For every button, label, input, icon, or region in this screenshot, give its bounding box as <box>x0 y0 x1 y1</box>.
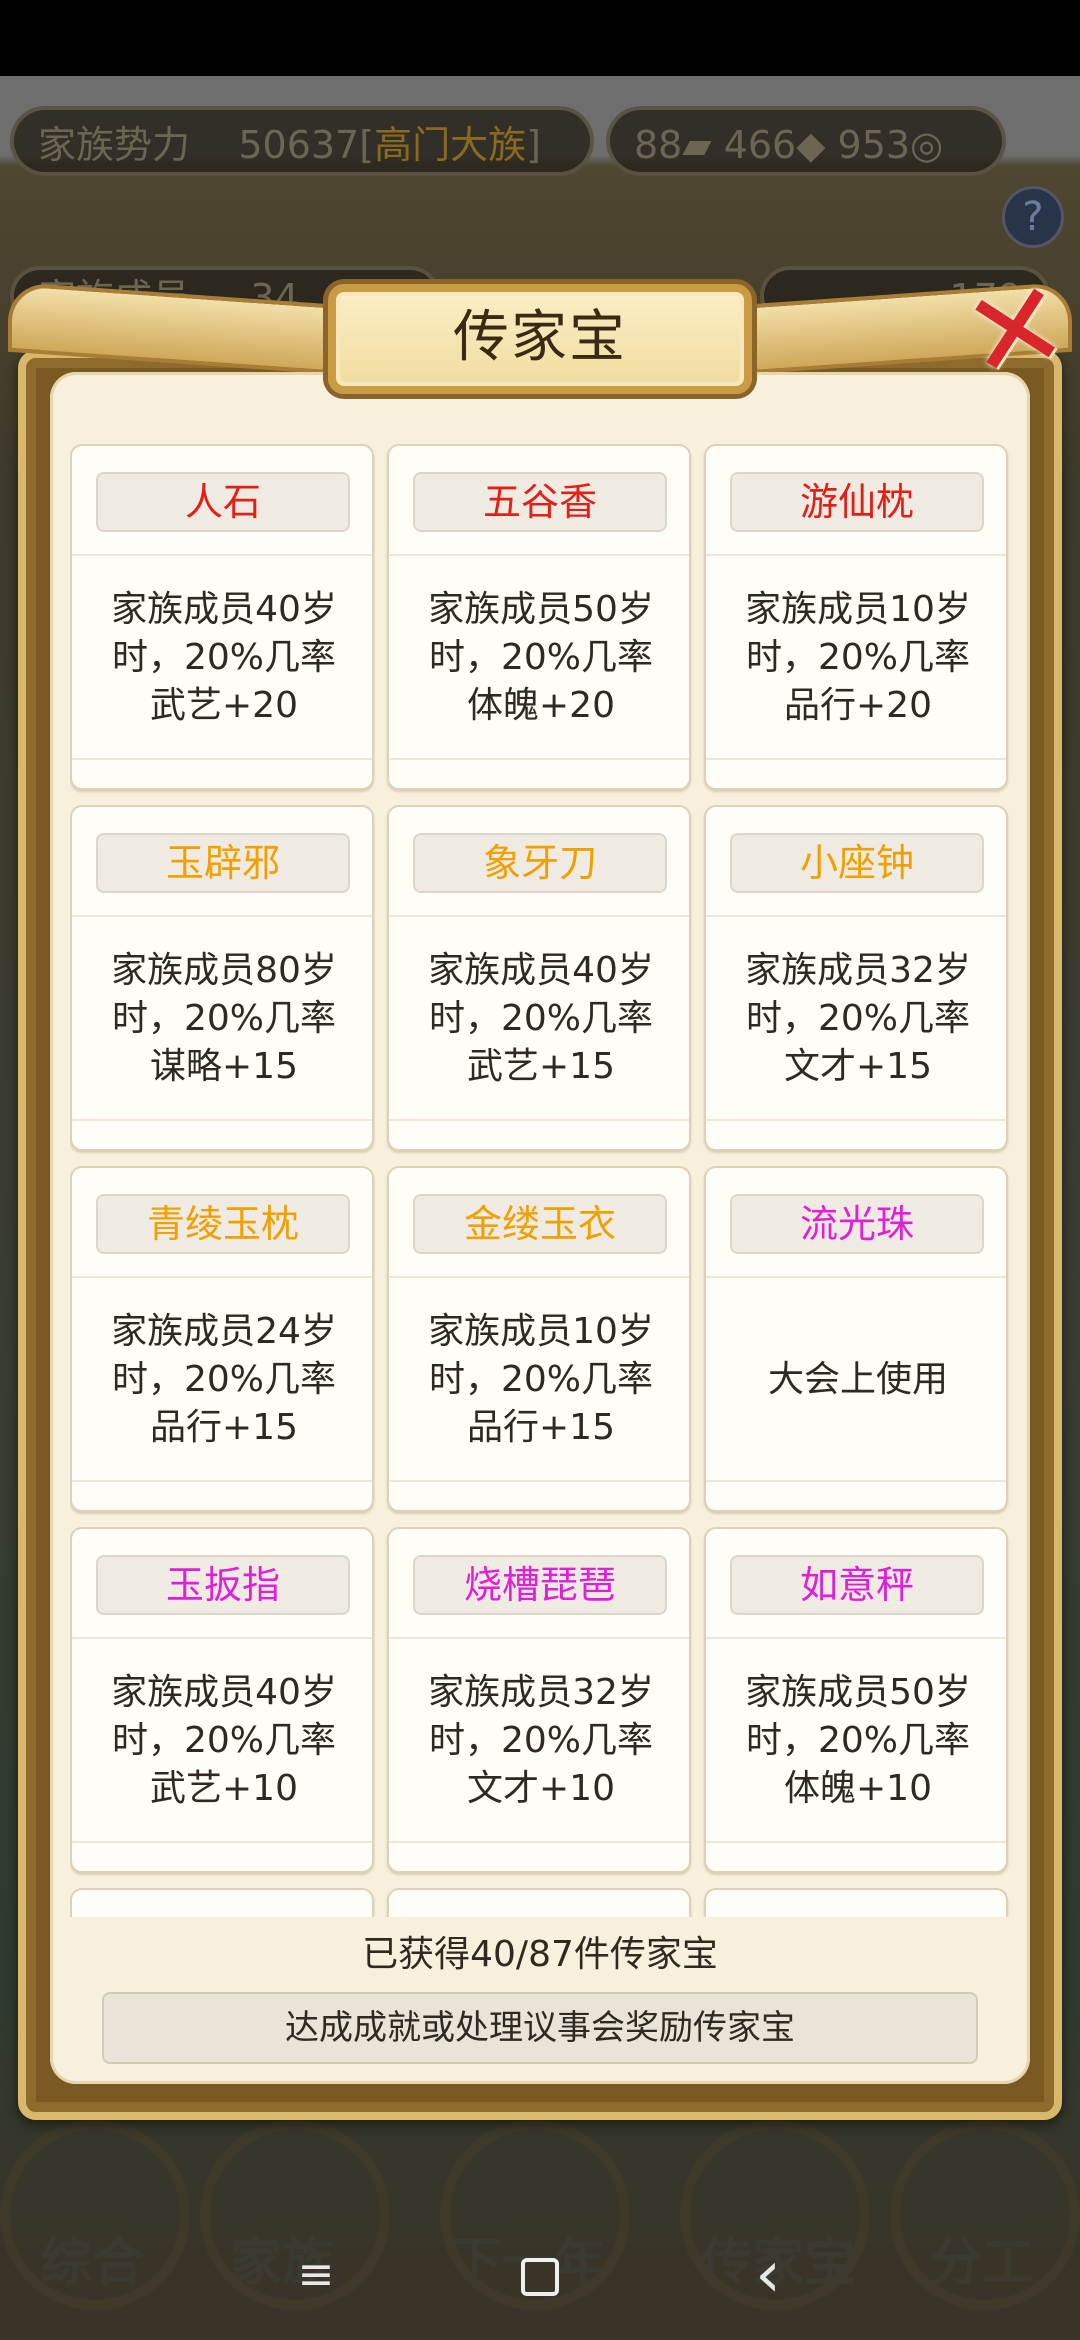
heirloom-effect-text: 家族成员32岁时，20%几率文才+15 <box>745 950 971 1087</box>
heirloom-name: 人石 <box>96 472 350 532</box>
resource-1: 88 <box>634 123 683 167</box>
heirloom-effect-text: 家族成员50岁时，20%几率体魄+20 <box>428 589 654 726</box>
heirloom-name: 流光珠 <box>730 1194 984 1254</box>
heirloom-effect: 家族成员50岁时，20%几率体魄+10 <box>714 1661 1002 1821</box>
card-divider <box>72 1119 372 1121</box>
heirloom-card-partial[interactable] <box>704 1888 1008 1917</box>
heirloom-effect: 家族成员10岁时，20%几率品行+15 <box>397 1300 685 1460</box>
heirloom-effect-text: 家族成员10岁时，20%几率品行+20 <box>745 589 971 726</box>
heirloom-effect-text: 家族成员10岁时，20%几率品行+15 <box>428 1311 654 1448</box>
card-divider <box>389 915 689 917</box>
heirloom-name: 游仙枕 <box>730 472 984 532</box>
heirloom-effect-text: 大会上使用 <box>767 1359 948 1400</box>
family-power-panel: 家族势力 50637[高门大族] <box>10 106 594 176</box>
heirloom-name: 小座钟 <box>730 833 984 893</box>
heirloom-card[interactable]: 人石家族成员40岁时，20%几率武艺+20 <box>70 444 374 790</box>
heirloom-card[interactable]: 流光珠 大会上使用 <box>704 1166 1008 1512</box>
heirloom-name: 五谷香 <box>413 472 667 532</box>
card-divider <box>72 1637 372 1639</box>
heirloom-effect: 家族成员40岁时，20%几率武艺+20 <box>80 578 368 738</box>
heirloom-name: 如意秤 <box>730 1555 984 1615</box>
heirloom-hint-button[interactable]: 达成成就或处理议事会奖励传家宝 <box>102 1992 978 2064</box>
card-divider <box>389 1480 689 1482</box>
family-power-value: 50637 <box>238 123 360 167</box>
heirloom-name: 金缕玉衣 <box>413 1194 667 1254</box>
family-rank: 高门大族 <box>374 123 527 167</box>
menu-icon[interactable]: ≡ <box>276 2235 356 2315</box>
resources-panel: 88▰ 466◆ 953◎ <box>606 106 1006 176</box>
card-divider <box>706 1276 1006 1278</box>
heirloom-effect-text: 家族成员40岁时，20%几率武艺+10 <box>111 1672 337 1809</box>
card-divider <box>389 758 689 760</box>
card-divider <box>706 1119 1006 1121</box>
heirloom-effect: 家族成员80岁时，20%几率谋略+15 <box>80 939 368 1099</box>
heirloom-effect-text: 家族成员40岁时，20%几率武艺+15 <box>428 950 654 1087</box>
card-divider <box>389 1841 689 1843</box>
heirloom-card[interactable]: 玉扳指家族成员40岁时，20%几率武艺+10 <box>70 1527 374 1873</box>
card-divider <box>706 915 1006 917</box>
card-divider <box>72 1480 372 1482</box>
card-divider <box>706 758 1006 760</box>
heirloom-card[interactable]: 五谷香家族成员50岁时，20%几率体魄+20 <box>387 444 691 790</box>
close-icon[interactable]: ✕ <box>952 253 1080 410</box>
resource-3: 953 <box>837 123 911 167</box>
card-divider <box>706 1480 1006 1482</box>
heirloom-name: 青绫玉枕 <box>96 1194 350 1254</box>
heirloom-card[interactable]: 青绫玉枕家族成员24岁时，20%几率品行+15 <box>70 1166 374 1512</box>
card-divider <box>706 554 1006 556</box>
card-divider <box>706 1841 1006 1843</box>
heirloom-name: 玉辟邪 <box>96 833 350 893</box>
heirloom-effect: 家族成员32岁时，20%几率文才+15 <box>714 939 1002 1099</box>
heirloom-card[interactable]: 象牙刀家族成员40岁时，20%几率武艺+15 <box>387 805 691 1151</box>
heirloom-effect-text: 家族成员50岁时，20%几率体魄+10 <box>745 1672 971 1809</box>
heirloom-effect-text: 家族成员40岁时，20%几率武艺+20 <box>111 589 337 726</box>
heirloom-card[interactable]: 如意秤家族成员50岁时，20%几率体魄+10 <box>704 1527 1008 1873</box>
card-divider <box>72 554 372 556</box>
heirloom-card[interactable]: 玉辟邪家族成员80岁时，20%几率谋略+15 <box>70 805 374 1151</box>
heirloom-effect-text: 家族成员24岁时，20%几率品行+15 <box>111 1311 337 1448</box>
card-divider <box>389 1637 689 1639</box>
heirloom-count: 已获得40/87件传家宝 <box>362 1934 718 1975</box>
heirloom-effect: 家族成员40岁时，20%几率武艺+10 <box>80 1661 368 1821</box>
card-divider <box>389 1276 689 1278</box>
modal-title: 传家宝 <box>328 284 752 394</box>
heirloom-effect: 家族成员50岁时，20%几率体魄+20 <box>397 578 685 738</box>
heirloom-card[interactable]: 小座钟家族成员32岁时，20%几率文才+15 <box>704 805 1008 1151</box>
card-divider <box>72 1276 372 1278</box>
heirloom-name: 烧槽琵琶 <box>413 1555 667 1615</box>
heirloom-effect: 家族成员40岁时，20%几率武艺+15 <box>397 939 685 1099</box>
heirloom-effect: 家族成员24岁时，20%几率品行+15 <box>80 1300 368 1460</box>
card-divider <box>389 1119 689 1121</box>
resource-2: 466 <box>723 123 797 167</box>
status-bar <box>0 0 1080 76</box>
family-power-label: 家族势力 <box>38 123 191 167</box>
system-nav-bar: ≡ ‹ <box>0 2215 1080 2340</box>
heirloom-grid[interactable]: 人石 家族成员40岁时，20%几率武艺+20 五谷香 家族成员50岁时，20%几率体魄… <box>70 444 1010 1917</box>
heirloom-effect-text: 家族成员80岁时，20%几率谋略+15 <box>111 950 337 1087</box>
card-divider <box>72 758 372 760</box>
heirloom-effect: 大会上使用 <box>714 1300 1002 1460</box>
heirloom-name: 象牙刀 <box>413 833 667 893</box>
heirloom-card[interactable]: 游仙枕家族成员10岁时，20%几率品行+20 <box>704 444 1008 790</box>
card-divider <box>706 1637 1006 1639</box>
heirloom-effect-text: 家族成员32岁时，20%几率文才+10 <box>428 1672 654 1809</box>
card-divider <box>72 1841 372 1843</box>
heirloom-modal: 人石 家族成员40岁时，20%几率武艺+20 五谷香 家族成员50岁时，20%几率体魄… <box>50 372 1030 2084</box>
heirloom-card-partial[interactable] <box>387 1888 691 1917</box>
home-icon[interactable] <box>500 2235 580 2315</box>
heirloom-name: 玉扳指 <box>96 1555 350 1615</box>
heirloom-effect: 家族成员10岁时，20%几率品行+20 <box>714 578 1002 738</box>
heirloom-card-partial[interactable] <box>70 1888 374 1917</box>
back-icon[interactable]: ‹ <box>728 2235 808 2315</box>
heirloom-effect: 家族成员32岁时，20%几率文才+10 <box>397 1661 685 1821</box>
heirloom-card[interactable]: 烧槽琵琶家族成员32岁时，20%几率文才+10 <box>387 1527 691 1873</box>
help-button[interactable]: ? <box>1002 186 1064 248</box>
card-divider <box>389 554 689 556</box>
heirloom-card[interactable]: 金缕玉衣家族成员10岁时，20%几率品行+15 <box>387 1166 691 1512</box>
card-divider <box>72 915 372 917</box>
